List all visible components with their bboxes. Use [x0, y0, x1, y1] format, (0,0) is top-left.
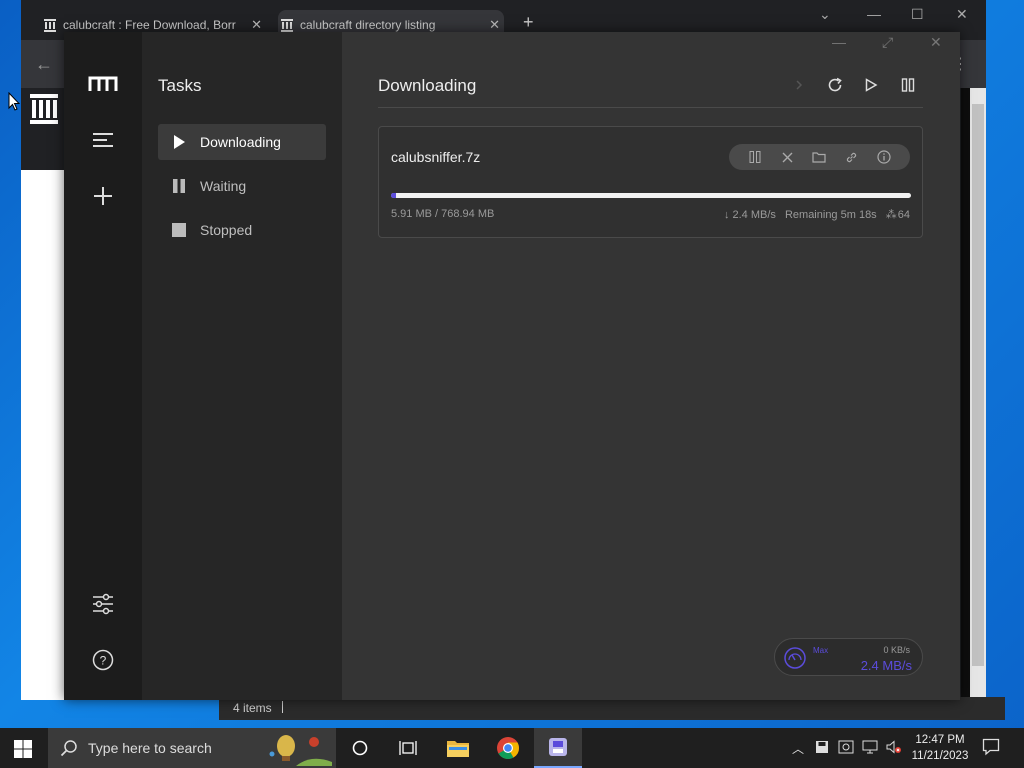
scrollbar-thumb[interactable]: [972, 104, 984, 666]
save-tray-icon[interactable]: [815, 740, 829, 757]
download-manager-window: ? Tasks Downloading Waiting Stopped — ⤢ …: [64, 32, 960, 700]
open-folder-icon[interactable]: [811, 149, 827, 165]
task-actions: [729, 144, 910, 170]
back-arrow-icon[interactable]: ←: [35, 54, 53, 75]
delete-task-icon[interactable]: [779, 149, 795, 165]
minimize-icon[interactable]: —: [867, 6, 881, 22]
tasks-sidebar: Tasks Downloading Waiting Stopped: [142, 32, 342, 700]
motrix-taskbar-icon[interactable]: [534, 728, 582, 768]
chrome-icon[interactable]: [484, 728, 532, 768]
preferences-icon[interactable]: [88, 589, 118, 619]
items-count: 4 items: [233, 701, 272, 715]
stop-icon: [172, 223, 186, 237]
download-speed-total: 2.4 MB/s: [860, 658, 912, 673]
connections-count: 64: [897, 209, 910, 221]
play-icon: [174, 135, 185, 149]
nav-downloading-label: Downloading: [200, 134, 281, 150]
search-highlight-illustration: [269, 735, 332, 766]
text-caret: [281, 701, 283, 713]
add-task-icon[interactable]: [88, 181, 118, 211]
nav-waiting[interactable]: Waiting: [158, 168, 326, 204]
progress-fill: [391, 193, 396, 198]
copy-link-icon[interactable]: [844, 149, 860, 165]
pause-task-icon[interactable]: [747, 149, 763, 165]
new-tab-button[interactable]: +: [523, 12, 534, 33]
chevron-down-icon[interactable]: ⌄: [819, 6, 831, 23]
system-clock[interactable]: 12:47 PM 11/21/2023: [906, 732, 974, 764]
connections-icon: ⁂: [885, 209, 897, 221]
volume-muted-icon[interactable]: [886, 740, 902, 757]
svg-text:?: ?: [100, 654, 107, 668]
app-maximize-icon[interactable]: ⤢: [882, 34, 893, 51]
page-title: Downloading: [378, 76, 477, 95]
chevron-right-icon: [788, 74, 810, 96]
time-remaining: Remaining 5m 18s: [784, 209, 877, 221]
speedometer-icon: [784, 647, 806, 669]
menu-icon[interactable]: [88, 125, 118, 155]
upload-speed: 0 KB/s: [883, 645, 910, 655]
download-speed: ↓ 2.4 MB/s: [723, 209, 776, 221]
search-icon: [60, 740, 77, 757]
progress-bar: [391, 193, 911, 198]
pause-all-button[interactable]: [897, 74, 919, 96]
task-view-icon[interactable]: [384, 728, 432, 768]
task-card[interactable]: calubsniffer.7z 5.91 MB / 768.94 MB ↓ 2.…: [378, 126, 923, 238]
pause-icon: [173, 179, 185, 193]
file-explorer-icon[interactable]: [434, 728, 482, 768]
app-close-icon[interactable]: ✕: [930, 34, 942, 51]
main-panel: — ⤢ ✕ Downloading calubsniffer.7z 5.91 M…: [342, 32, 960, 700]
clock-date: 11/21/2023: [911, 750, 969, 762]
header-divider: [378, 107, 923, 108]
clock-time: 12:47 PM: [915, 734, 965, 746]
nav-stopped[interactable]: Stopped: [158, 212, 326, 248]
connections: ⁂64: [886, 209, 910, 221]
refresh-icon: [828, 77, 842, 92]
cortana-icon[interactable]: [336, 728, 384, 768]
status-bar: 4 items: [219, 697, 1005, 720]
info-icon[interactable]: [876, 149, 892, 165]
nav-downloading[interactable]: Downloading: [158, 124, 326, 160]
play-outline-icon: [865, 78, 878, 92]
nav-rail: ?: [64, 32, 142, 700]
refresh-button[interactable]: [824, 74, 846, 96]
speed-limit-label: Max: [813, 646, 829, 655]
task-file-name: calubsniffer.7z: [391, 149, 481, 165]
pause-outline-icon: [901, 78, 915, 92]
network-icon[interactable]: [862, 740, 878, 757]
chevron-up-icon[interactable]: ︿: [792, 740, 804, 757]
nav-waiting-label: Waiting: [200, 178, 247, 194]
maximize-icon[interactable]: ☐: [911, 6, 924, 23]
help-icon[interactable]: ?: [88, 645, 118, 675]
archive-icon: [281, 19, 293, 32]
app-minimize-icon[interactable]: —: [832, 34, 846, 50]
speedometer[interactable]: Max 0 KB/s 2.4 MB/s: [774, 638, 923, 676]
taskbar-search[interactable]: Type here to search: [48, 728, 336, 768]
resume-all-button[interactable]: [860, 74, 882, 96]
search-placeholder: Type here to search: [88, 740, 212, 756]
task-size-progress: 5.91 MB / 768.94 MB: [391, 208, 495, 220]
windows-start-icon[interactable]: [14, 740, 32, 758]
browser-tab-2-title: calubcraft directory listing: [300, 18, 436, 32]
sidebar-title: Tasks: [158, 76, 202, 95]
browser-tab-1-title: calubcraft : Free Download, Borr: [63, 18, 236, 32]
mouse-cursor-icon: [8, 92, 20, 111]
page-content: [21, 170, 64, 700]
taskbar: Type here to search ︿ 12:47 PM 11/21/202…: [0, 728, 1024, 768]
app-logo-icon: [88, 69, 118, 99]
archive-logo-icon: [30, 94, 58, 124]
archive-icon: [44, 19, 56, 32]
task-stats: ↓ 2.4 MB/s Remaining 5m 18s ⁂64: [718, 208, 910, 221]
nav-stopped-label: Stopped: [200, 222, 253, 238]
notification-icon[interactable]: [982, 738, 1000, 756]
security-tray-icon[interactable]: [838, 740, 854, 757]
close-window-icon[interactable]: ✕: [956, 6, 968, 23]
